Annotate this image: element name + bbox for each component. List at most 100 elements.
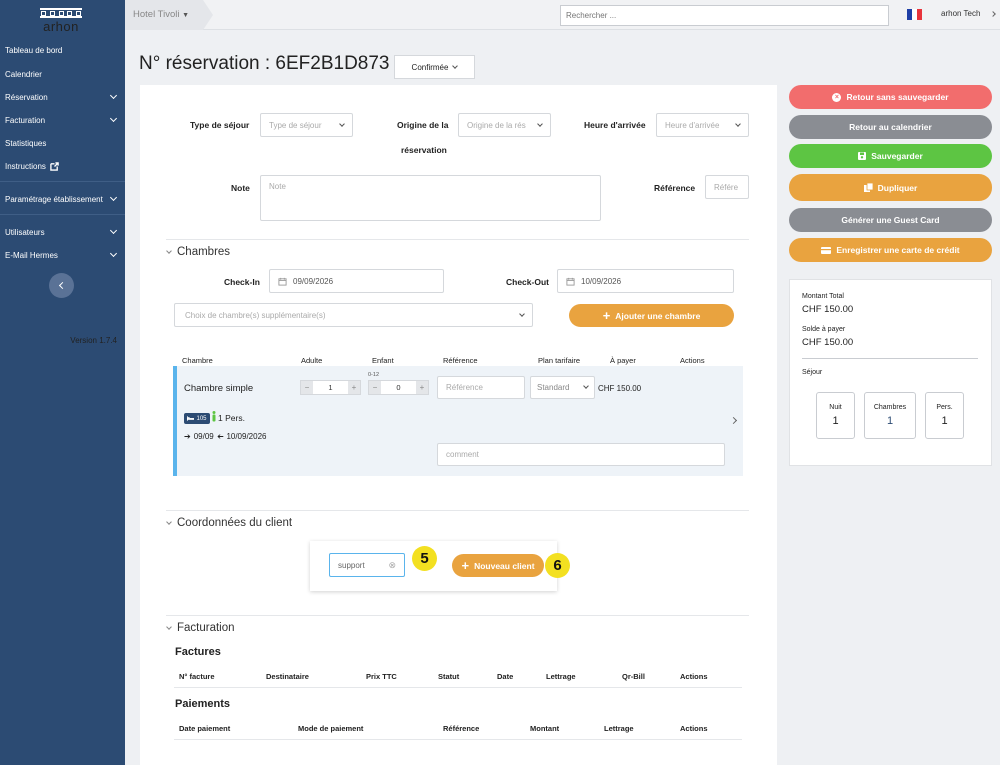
- sidebar-item-calendar[interactable]: Calendrier: [0, 65, 125, 83]
- rooms-stat: Chambres 1: [864, 392, 916, 439]
- billing-section-header[interactable]: Facturation: [166, 622, 235, 634]
- note-placeholder: Note: [269, 182, 286, 191]
- external-link-icon: [50, 161, 59, 171]
- rooms-section-header[interactable]: Chambres: [166, 246, 230, 258]
- adults-value[interactable]: 1: [313, 381, 348, 394]
- close-circle-icon: ×: [832, 92, 842, 102]
- room-comment-input[interactable]: comment: [437, 443, 725, 466]
- client-section-header[interactable]: Coordonnées du client: [166, 517, 293, 529]
- save-button[interactable]: Sauvegarder: [789, 144, 992, 168]
- adults-stepper[interactable]: − 1 +: [300, 380, 361, 395]
- room-dates: ➔ 09/09 ➔ 10/09/2026: [184, 432, 266, 441]
- chevron-left-icon: [58, 281, 67, 290]
- hotel-selector[interactable]: Hotel Tivoli ▼: [125, 0, 203, 30]
- room-persons: 1 Pers.: [218, 413, 245, 423]
- note-textarea[interactable]: Note: [260, 175, 601, 221]
- back-to-calendar-button[interactable]: Retour au calendrier: [789, 115, 992, 139]
- plus-button[interactable]: +: [416, 381, 428, 394]
- stay-type-select[interactable]: Type de séjour: [260, 113, 353, 137]
- children-stepper[interactable]: − 0 +: [368, 380, 429, 395]
- sidebar-item-label: Paramétrage établissement: [5, 194, 103, 204]
- section-divider: [166, 239, 749, 240]
- sidebar-item-establishment-settings[interactable]: Paramétrage établissement: [0, 190, 125, 208]
- invoice-col-actions: Actions: [680, 672, 708, 681]
- sidebar-item-label: Tableau de bord: [5, 45, 63, 55]
- room-number-badge: 105: [184, 413, 210, 424]
- save-credit-card-label: Enregistrer une carte de crédit: [836, 245, 960, 255]
- sidebar-item-users[interactable]: Utilisateurs: [0, 223, 125, 241]
- plus-button[interactable]: +: [348, 381, 360, 394]
- clear-icon[interactable]: ⊗: [388, 560, 396, 571]
- chevron-down-icon: [166, 623, 172, 630]
- sidebar-item-label: Réservation: [5, 92, 48, 102]
- sidebar-collapse-button[interactable]: [49, 273, 74, 298]
- invoice-col-lettering: Lettrage: [546, 672, 576, 681]
- extra-rooms-select[interactable]: Choix de chambre(s) supplémentaire(s): [174, 303, 533, 327]
- invoice-col-number: N° facture: [179, 672, 215, 681]
- col-header-to-pay: À payer: [610, 356, 636, 365]
- generate-guest-card-button[interactable]: Générer une Guest Card: [789, 208, 992, 232]
- chevron-down-icon: [109, 193, 118, 202]
- chevron-down-icon: [519, 310, 525, 317]
- room-reference-input[interactable]: Référence: [437, 376, 525, 399]
- stay-type-placeholder: Type de séjour: [269, 120, 322, 130]
- col-header-room: Chambre: [182, 356, 213, 365]
- user-menu[interactable]: arhon Tech: [941, 9, 980, 18]
- chevron-down-icon: [735, 120, 741, 127]
- persons-value: 1: [941, 415, 948, 427]
- arrow-left-icon: ➔: [216, 432, 224, 441]
- add-room-button[interactable]: + Ajouter une chambre: [569, 304, 734, 327]
- children-value[interactable]: 0: [381, 381, 416, 394]
- caret-down-icon: ▼: [182, 12, 190, 19]
- persons-stat: Pers. 1: [925, 392, 964, 439]
- payment-col-lettering: Lettrage: [604, 724, 634, 733]
- reference-input[interactable]: Référe: [705, 175, 749, 199]
- billing-section-title: Facturation: [177, 622, 235, 634]
- arhon-logo[interactable]: arhon: [40, 8, 82, 34]
- client-section-title: Coordonnées du client: [177, 517, 293, 529]
- sidebar-item-instructions[interactable]: Instructions: [0, 157, 125, 175]
- reservation-status-dropdown[interactable]: Confirmée: [394, 55, 475, 79]
- global-search-input[interactable]: [560, 5, 889, 26]
- origin-placeholder: Origine de la rés: [467, 120, 526, 130]
- person-icon: [212, 411, 216, 422]
- sidebar-item-dashboard[interactable]: Tableau de bord: [0, 41, 125, 59]
- plus-icon: +: [461, 557, 470, 573]
- generate-guest-card-label: Générer une Guest Card: [841, 215, 940, 225]
- sidebar-item-statistics[interactable]: Statistiques: [0, 134, 125, 152]
- origin-select[interactable]: Origine de la rés: [458, 113, 551, 137]
- calendar-icon: [278, 277, 287, 286]
- room-price: CHF 150.00: [598, 384, 642, 393]
- invoice-col-recipient: Destinataire: [266, 672, 309, 681]
- arrival-time-placeholder: Heure d'arrivée: [665, 120, 720, 130]
- client-search-input[interactable]: support ⊗: [329, 553, 405, 577]
- checkout-date-input[interactable]: 10/09/2026: [557, 269, 734, 293]
- arrival-time-select[interactable]: Heure d'arrivée: [656, 113, 749, 137]
- rate-plan-value: Standard: [537, 383, 570, 392]
- reference-label: Référence: [654, 183, 696, 193]
- hotel-name: Hotel Tivoli: [133, 9, 180, 20]
- save-credit-card-button[interactable]: Enregistrer une carte de crédit: [789, 238, 992, 262]
- room-row-accent: [173, 366, 177, 476]
- back-to-calendar-label: Retour au calendrier: [849, 122, 932, 132]
- sidebar-item-reservation[interactable]: Réservation: [0, 88, 125, 106]
- origin-label-line2: réservation: [401, 145, 447, 155]
- floppy-disk-icon: [858, 152, 867, 160]
- back-without-saving-button[interactable]: × Retour sans sauvegarder: [789, 85, 992, 109]
- duplicate-button[interactable]: Dupliquer: [789, 174, 992, 201]
- french-flag-icon[interactable]: [907, 9, 922, 20]
- checkout-value: 10/09/2026: [581, 276, 622, 286]
- logo-mark-icon: [40, 8, 82, 18]
- rate-plan-select[interactable]: Standard: [530, 376, 595, 399]
- balance-due-value: CHF 150.00: [802, 337, 854, 348]
- extra-rooms-placeholder: Choix de chambre(s) supplémentaire(s): [185, 310, 326, 320]
- sidebar-item-billing[interactable]: Facturation: [0, 111, 125, 129]
- payment-col-actions: Actions: [680, 724, 708, 733]
- save-label: Sauvegarder: [871, 151, 923, 161]
- minus-button[interactable]: −: [301, 381, 313, 394]
- checkin-date-input[interactable]: 09/09/2026: [269, 269, 444, 293]
- new-client-button[interactable]: + Nouveau client: [452, 554, 544, 577]
- sidebar-item-email-hermes[interactable]: E-Mail Hermes: [0, 246, 125, 264]
- minus-button[interactable]: −: [369, 381, 381, 394]
- origin-label-line1: Origine de la: [397, 120, 449, 130]
